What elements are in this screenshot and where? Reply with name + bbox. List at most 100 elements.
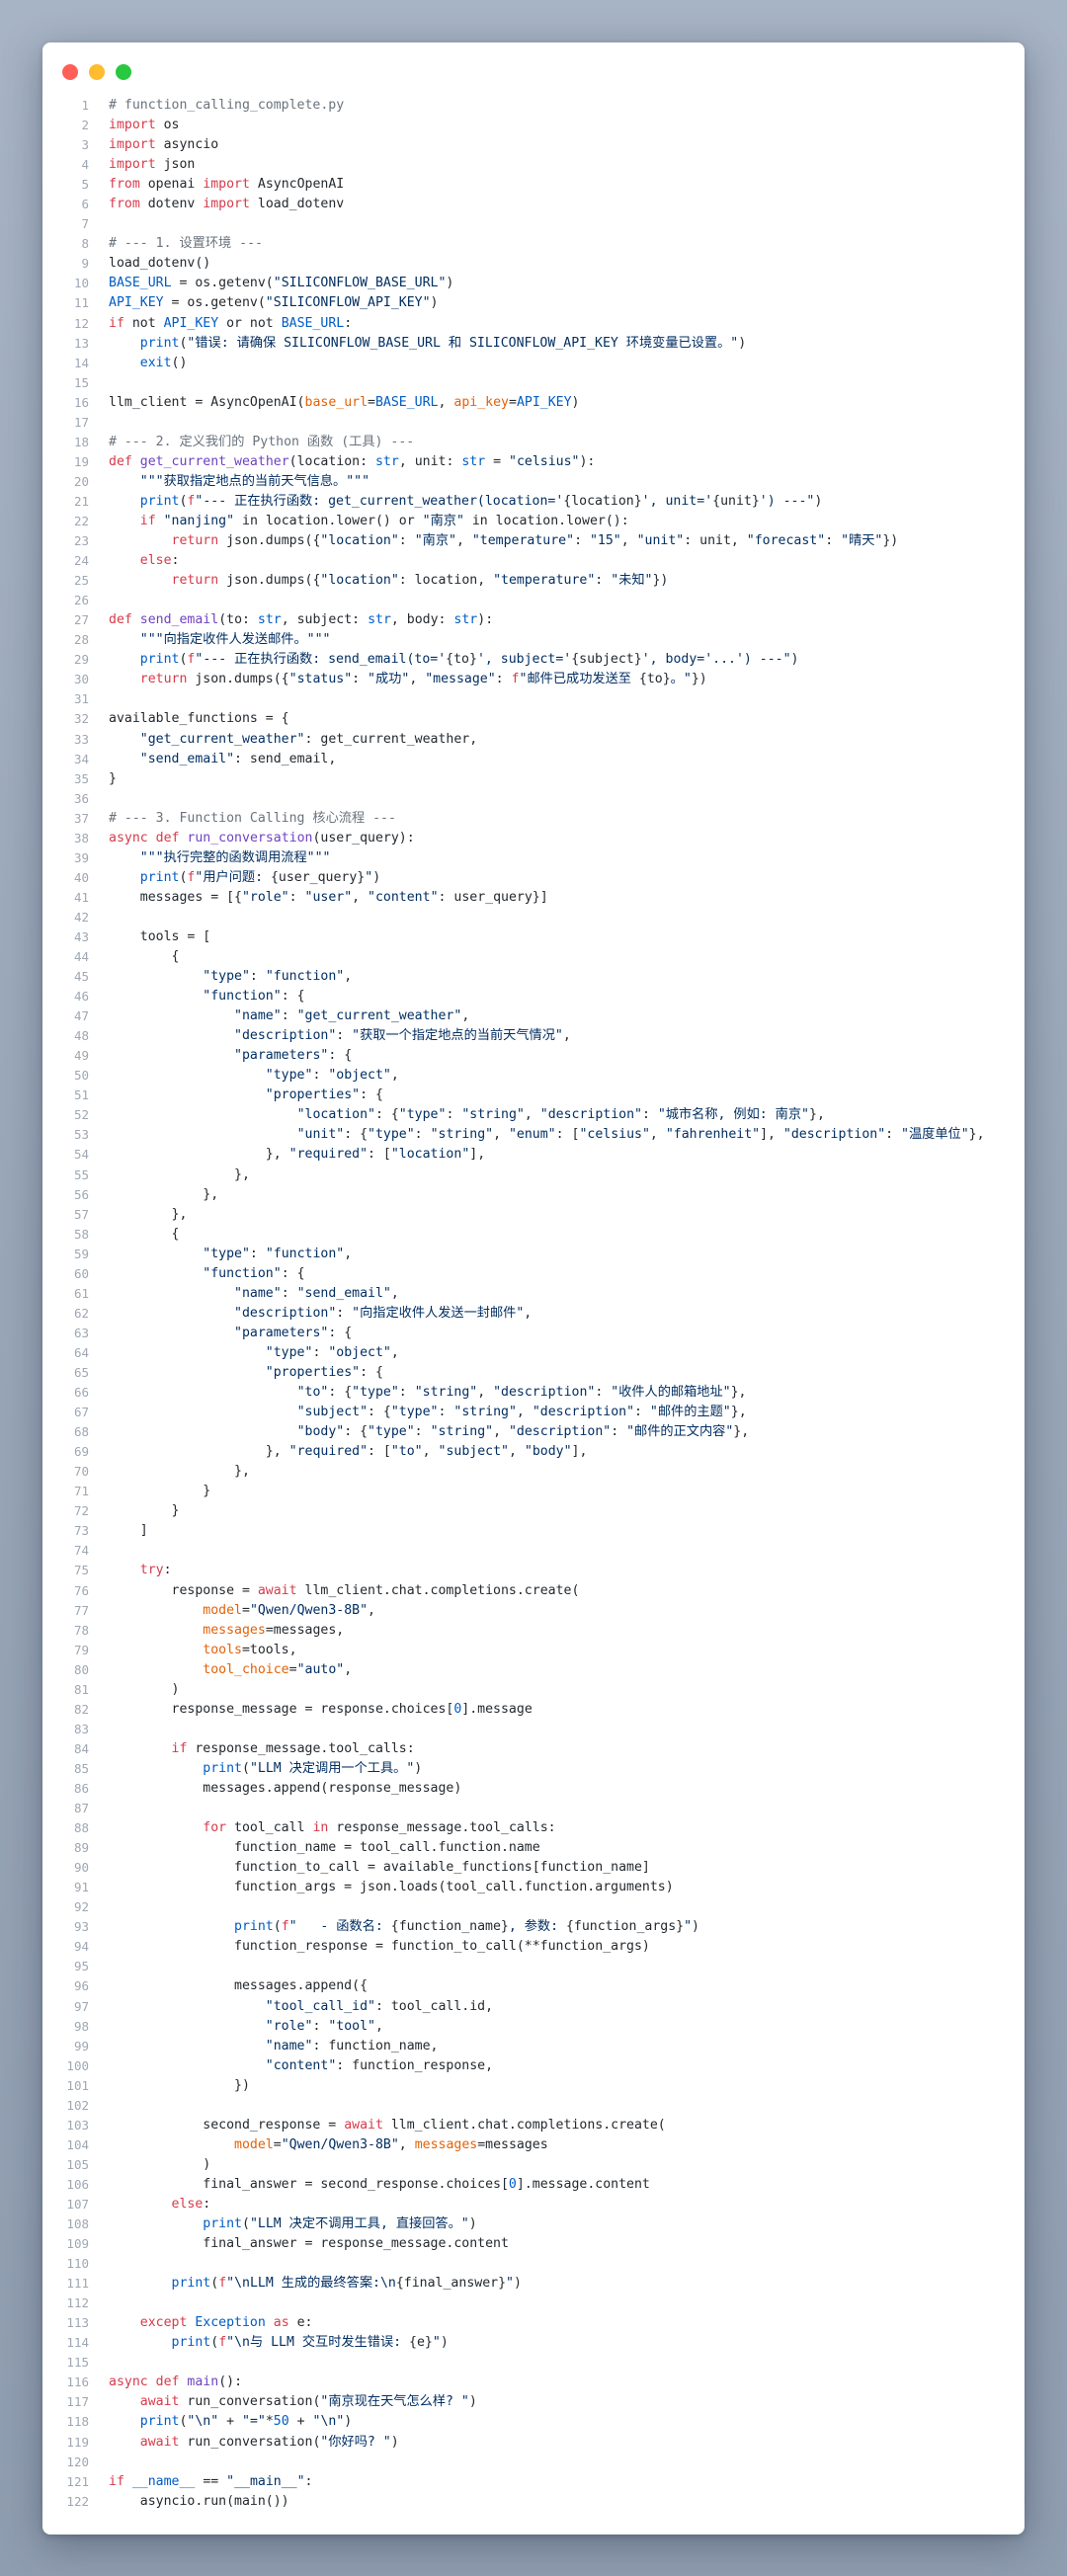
minimize-dot-icon[interactable] [89,64,105,80]
line-number: 93 [73,1919,89,1935]
code-token: : { [344,1127,369,1143]
code-line: 48 "description": "获取一个指定地点的当前天气情况", [42,1026,1025,1046]
code-token: "type" [265,1344,313,1360]
code-token: "--- 正在执行函数: get_current_weather(locatio… [195,493,564,509]
code-line: 100 "content": function_response, [42,2056,1025,2076]
line-number: 8 [81,236,89,252]
code-line: 108 print("LLM 决定不调用工具, 直接回答。") [42,2214,1025,2234]
code-line: 15 [42,373,1025,393]
code-text: { [109,947,180,967]
code-token: "status" [288,672,353,687]
line-number: 51 [73,1087,89,1103]
code-token: "send_email" [139,751,235,766]
code-token: : [249,1246,266,1261]
code-token: : [281,1285,297,1301]
code-text: print("错误: 请确保 SILICONFLOW_BASE_URL 和 SI… [109,334,746,354]
line-number: 106 [66,2176,89,2192]
code-line: 102 [42,2096,1025,2116]
code-text: final_answer = second_response.choices[0… [109,2175,650,2195]
line-number: 77 [73,1602,89,1618]
code-token: "\nLLM 生成的最终答案:\n [226,2276,396,2292]
code-token: = os.getenv( [163,295,266,311]
code-text: function_args = json.loads(tool_call.fun… [109,1878,674,1897]
line-number: 65 [73,1365,89,1380]
code-token: ', body='...') ---" [641,652,791,668]
line-number: 59 [73,1246,89,1261]
code-token: # function_calling_complete.py [109,98,345,113]
code-line: 97 "tool_call_id": tool_call.id, [42,1997,1025,2017]
code-line: 37 # --- 3. Function Calling 核心流程 --- [42,809,1025,829]
code-token: (): [218,2375,243,2390]
line-number: 110 [66,2256,89,2272]
line-number: 28 [73,632,89,648]
code-text: "get_current_weather": get_current_weath… [109,730,477,750]
code-text: "subject": {"type": "string", "descripti… [109,1403,747,1422]
code-token: json.dumps({ [218,533,321,549]
code-text: from openai import AsyncOpenAI [109,175,344,195]
code-token: "15" [589,533,621,549]
code-text: else: [109,551,180,571]
code-text: "type": "function", [109,967,352,987]
code-token: " [365,869,373,885]
code-token: "=" [242,2414,266,2430]
code-line: 34 "send_email": send_email, [42,750,1025,769]
code-line: 107 else: [42,2195,1025,2214]
code-token: "description" [234,1305,337,1321]
code-text: response = await llm_client.chat.complet… [109,1581,580,1601]
code-line: 116 async def main(): [42,2373,1025,2392]
code-token: "description" [493,1385,596,1401]
code-token: "\n" [187,2414,219,2430]
code-token: "邮件已成功发送至 [519,672,639,687]
code-token: tools = [ [109,928,211,944]
code-token: : [ [368,1147,391,1163]
code-line: 112 [42,2294,1025,2313]
code-line: 99 "name": function_name, [42,2037,1025,2056]
line-number: 22 [73,513,89,528]
code-token: ) [692,1919,699,1935]
code-token: messages [203,1622,266,1638]
code-token: messages [414,2136,478,2152]
code-text: ] [109,1521,148,1541]
maximize-dot-icon[interactable] [116,64,131,80]
code-token: , [493,1127,509,1143]
close-dot-icon[interactable] [62,64,78,80]
code-token: : [312,1344,329,1360]
code-line: 76 response = await llm_client.chat.comp… [42,1581,1025,1601]
code-token: available_functions = { [109,711,289,727]
code-line: 113 except Exception as e: [42,2313,1025,2333]
code-token: BASE_URL [281,315,345,331]
code-text: """向指定收件人发送邮件。""" [109,630,331,650]
code-line: 73 ] [42,1521,1025,1541]
code-line: 85 print("LLM 决定调用一个工具。") [42,1759,1025,1779]
code-token: "unit" [636,533,685,549]
code-line: 57 }, [42,1205,1025,1225]
code-text: async def run_conversation(user_query): [109,829,415,848]
code-token: response_message.tool_calls: [187,1740,415,1756]
code-token: : [611,1424,627,1440]
code-line: 64 "type": "object", [42,1343,1025,1363]
code-line: 55 }, [42,1166,1025,1185]
line-number: 29 [73,652,89,668]
line-number: 102 [66,2097,89,2113]
code-token: print [139,493,180,509]
code-line: 25 return json.dumps({"location": locati… [42,571,1025,591]
code-token: "type" [203,1246,250,1261]
code-text: "content": function_response, [109,2056,493,2076]
code-token: "SILICONFLOW_API_KEY" [265,295,431,311]
code-text: print(f"\n与 LLM 交互时发生错误: {e}") [109,2333,449,2353]
code-token: as [273,2315,289,2331]
code-token: , [493,1424,509,1440]
code-token: (user_query): [312,830,415,845]
code-line: 50 "type": "object", [42,1066,1025,1086]
line-number: 95 [73,1959,89,1974]
code-token: ', subject=' [476,652,572,668]
